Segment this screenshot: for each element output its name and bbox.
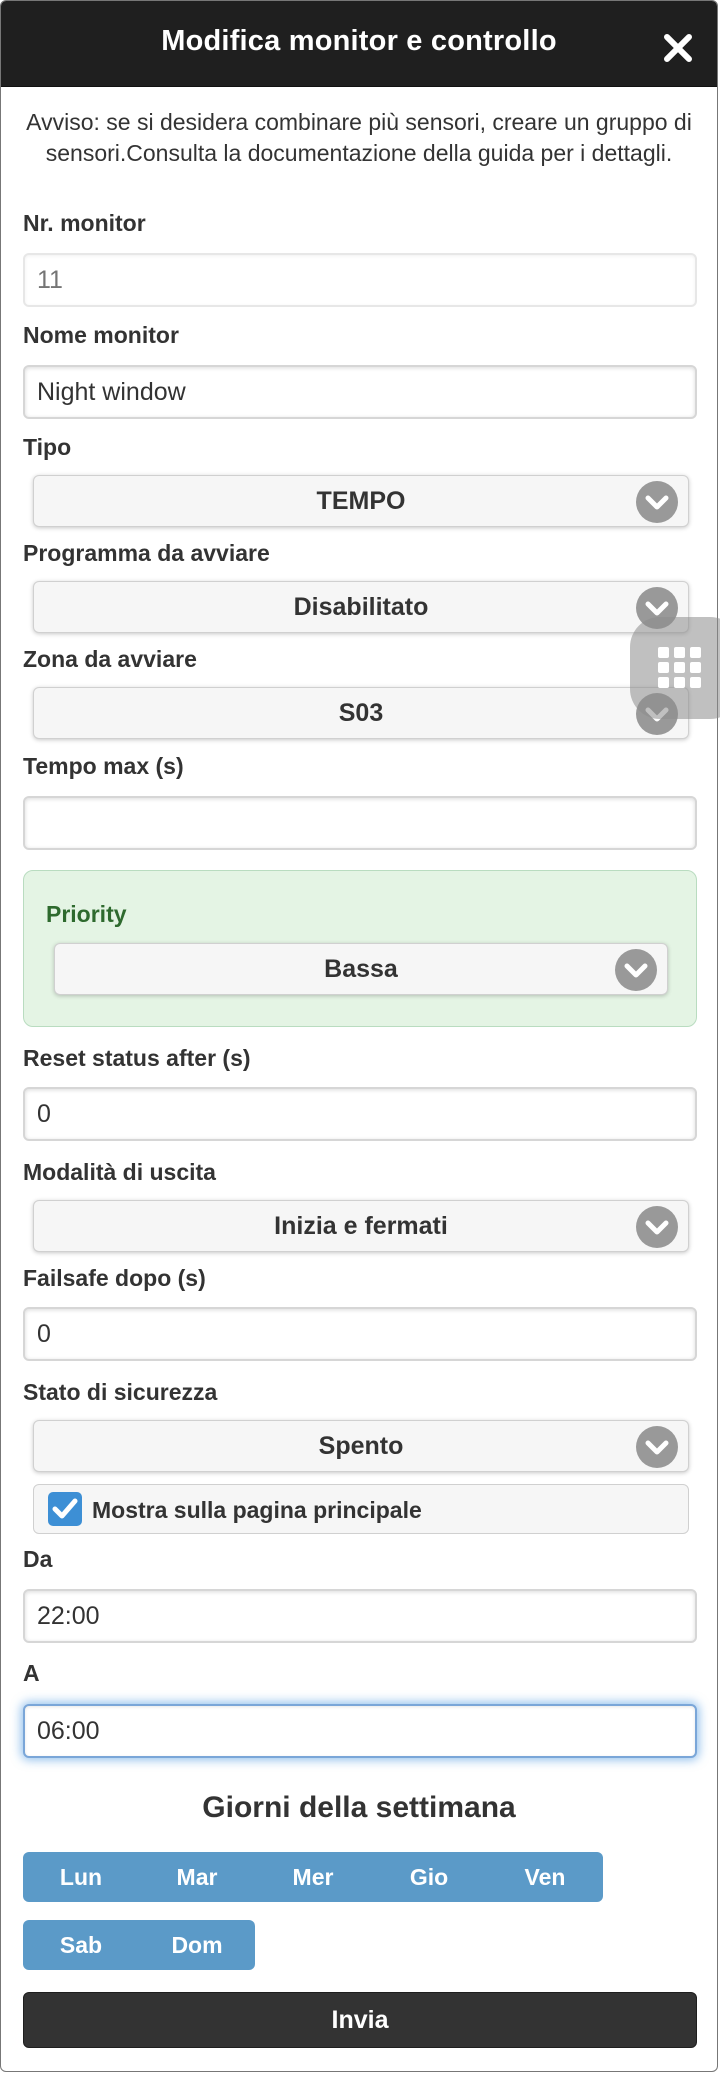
monitor-name-input[interactable]: Night window: [23, 365, 697, 419]
priority-select[interactable]: Bassa: [54, 943, 668, 995]
program-label: Programma da avviare: [23, 540, 270, 566]
safe-state-select-value: Spento: [318, 1432, 404, 1460]
output-mode-select[interactable]: Inizia e fermati: [33, 1200, 689, 1252]
output-mode-label: Modalità di uscita: [23, 1159, 216, 1185]
from-input[interactable]: 22:00: [23, 1589, 697, 1643]
day-button-dom[interactable]: Dom: [139, 1920, 255, 1970]
dialog: Modifica monitor e controllo Avviso: se …: [0, 0, 718, 2072]
weekdays-row-2: Sab Dom: [23, 1920, 255, 1970]
zone-select-value: S03: [338, 699, 384, 727]
day-button-mar[interactable]: Mar: [139, 1852, 255, 1902]
day-button-lun[interactable]: Lun: [23, 1852, 139, 1902]
chevron-down-icon: [636, 481, 678, 523]
monitor-nr-input: [23, 253, 697, 307]
chevron-down-icon: [636, 1426, 678, 1468]
chevron-down-icon: [636, 1206, 678, 1248]
priority-select-value: Bassa: [324, 955, 398, 983]
type-select-value: TEMPO: [316, 487, 406, 515]
from-label: Da: [23, 1546, 53, 1572]
grid-menu-button[interactable]: [630, 617, 720, 719]
dialog-title: Modifica monitor e controllo: [161, 25, 557, 57]
monitor-name-label: Nome monitor: [23, 322, 179, 348]
day-button-ven[interactable]: Ven: [487, 1852, 603, 1902]
max-time-input[interactable]: [23, 796, 697, 850]
notice-text: Avviso: se si desidera combinare più sen…: [26, 109, 692, 166]
show-main-label: Mostra sulla pagina principale: [92, 1497, 422, 1523]
zone-select[interactable]: S03: [33, 687, 689, 739]
close-icon: [664, 34, 692, 62]
zone-label: Zona da avviare: [23, 646, 197, 672]
priority-label: Priority: [46, 901, 127, 927]
submit-button[interactable]: Invia: [23, 1992, 697, 2048]
output-mode-select-value: Inizia e fermati: [274, 1212, 448, 1240]
max-time-label: Tempo max (s): [23, 753, 184, 779]
day-button-mer[interactable]: Mer: [255, 1852, 371, 1902]
monitor-nr-label: Nr. monitor: [23, 210, 146, 236]
safe-state-select[interactable]: Spento: [33, 1420, 689, 1472]
weekdays-title: Giorni della settimana: [202, 1791, 516, 1824]
program-select-value: Disabilitato: [293, 593, 429, 621]
priority-panel: Priority Bassa: [23, 870, 697, 1027]
safe-state-label: Stato di sicurezza: [23, 1379, 218, 1405]
program-select[interactable]: Disabilitato: [33, 581, 689, 633]
weekdays-row-1: Lun Mar Mer Gio Ven: [23, 1852, 603, 1902]
day-button-gio[interactable]: Gio: [371, 1852, 487, 1902]
chevron-down-icon: [615, 949, 657, 991]
day-button-sab[interactable]: Sab: [23, 1920, 139, 1970]
to-label: A: [23, 1660, 40, 1686]
close-button[interactable]: [661, 31, 695, 65]
show-main-checkbox[interactable]: Mostra sulla pagina principale: [33, 1484, 689, 1534]
failsafe-label: Failsafe dopo (s): [23, 1265, 206, 1291]
checkmark-icon: [48, 1492, 82, 1526]
type-label: Tipo: [23, 434, 72, 460]
failsafe-input[interactable]: 0: [23, 1307, 697, 1361]
type-select[interactable]: TEMPO: [33, 475, 689, 527]
reset-after-label: Reset status after (s): [23, 1045, 251, 1071]
to-input[interactable]: 06:00: [23, 1704, 697, 1758]
dialog-header: Modifica monitor e controllo: [1, 1, 717, 87]
reset-after-input[interactable]: 0: [23, 1087, 697, 1141]
